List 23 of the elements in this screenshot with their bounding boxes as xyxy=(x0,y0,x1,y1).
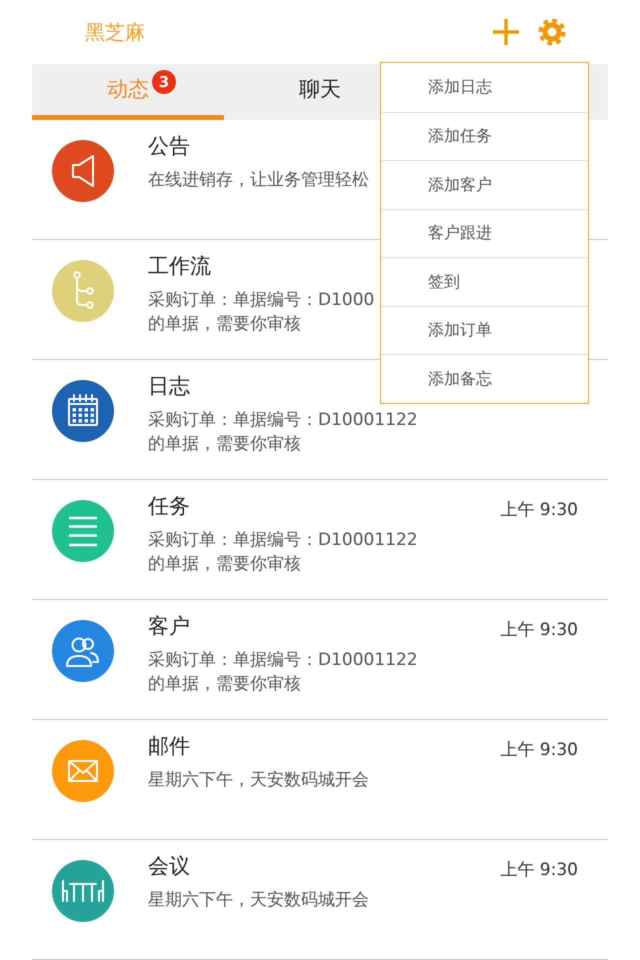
item-title: 日志 xyxy=(148,373,190,400)
unread-count-badge: 3 xyxy=(152,70,176,94)
item-time: 上午 9:30 xyxy=(500,859,578,882)
item-time: 上午 9:30 xyxy=(500,499,578,522)
item-description: 采购订单：单据编号：D10001122 的单据，需要你审核 xyxy=(148,409,418,456)
item-time: 上午 9:30 xyxy=(500,739,578,762)
item-description: 采购订单：单据编号：D10001122 的单据，需要你审核 xyxy=(148,529,418,576)
item-description: 星期六下午，天安数码城开会 xyxy=(148,889,369,912)
app-title: 黑芝麻 xyxy=(85,19,145,46)
item-title: 客户 xyxy=(148,613,190,640)
tab[interactable]: 动态 3 xyxy=(32,64,224,120)
item-description: 星期六下午，天安数码城开会 xyxy=(148,769,369,792)
item-description: 采购订单：单据编号：D1000 的单据，需要你审核 xyxy=(148,289,374,336)
item-description: 采购订单：单据编号：D10001122 的单据，需要你审核 xyxy=(148,649,418,696)
item-title: 邮件 xyxy=(148,733,190,760)
settings-icon[interactable] xyxy=(538,18,566,46)
item-title: 工作流 xyxy=(148,253,211,280)
item-title: 任务 xyxy=(148,493,190,520)
item-title: 会议 xyxy=(148,853,190,880)
plus-icon[interactable] xyxy=(492,18,520,46)
item-description: 在线进销存，让业务管理轻松 xyxy=(148,169,369,192)
item-title: 公告 xyxy=(148,133,190,160)
item-time: 上午 9:30 xyxy=(500,619,578,642)
